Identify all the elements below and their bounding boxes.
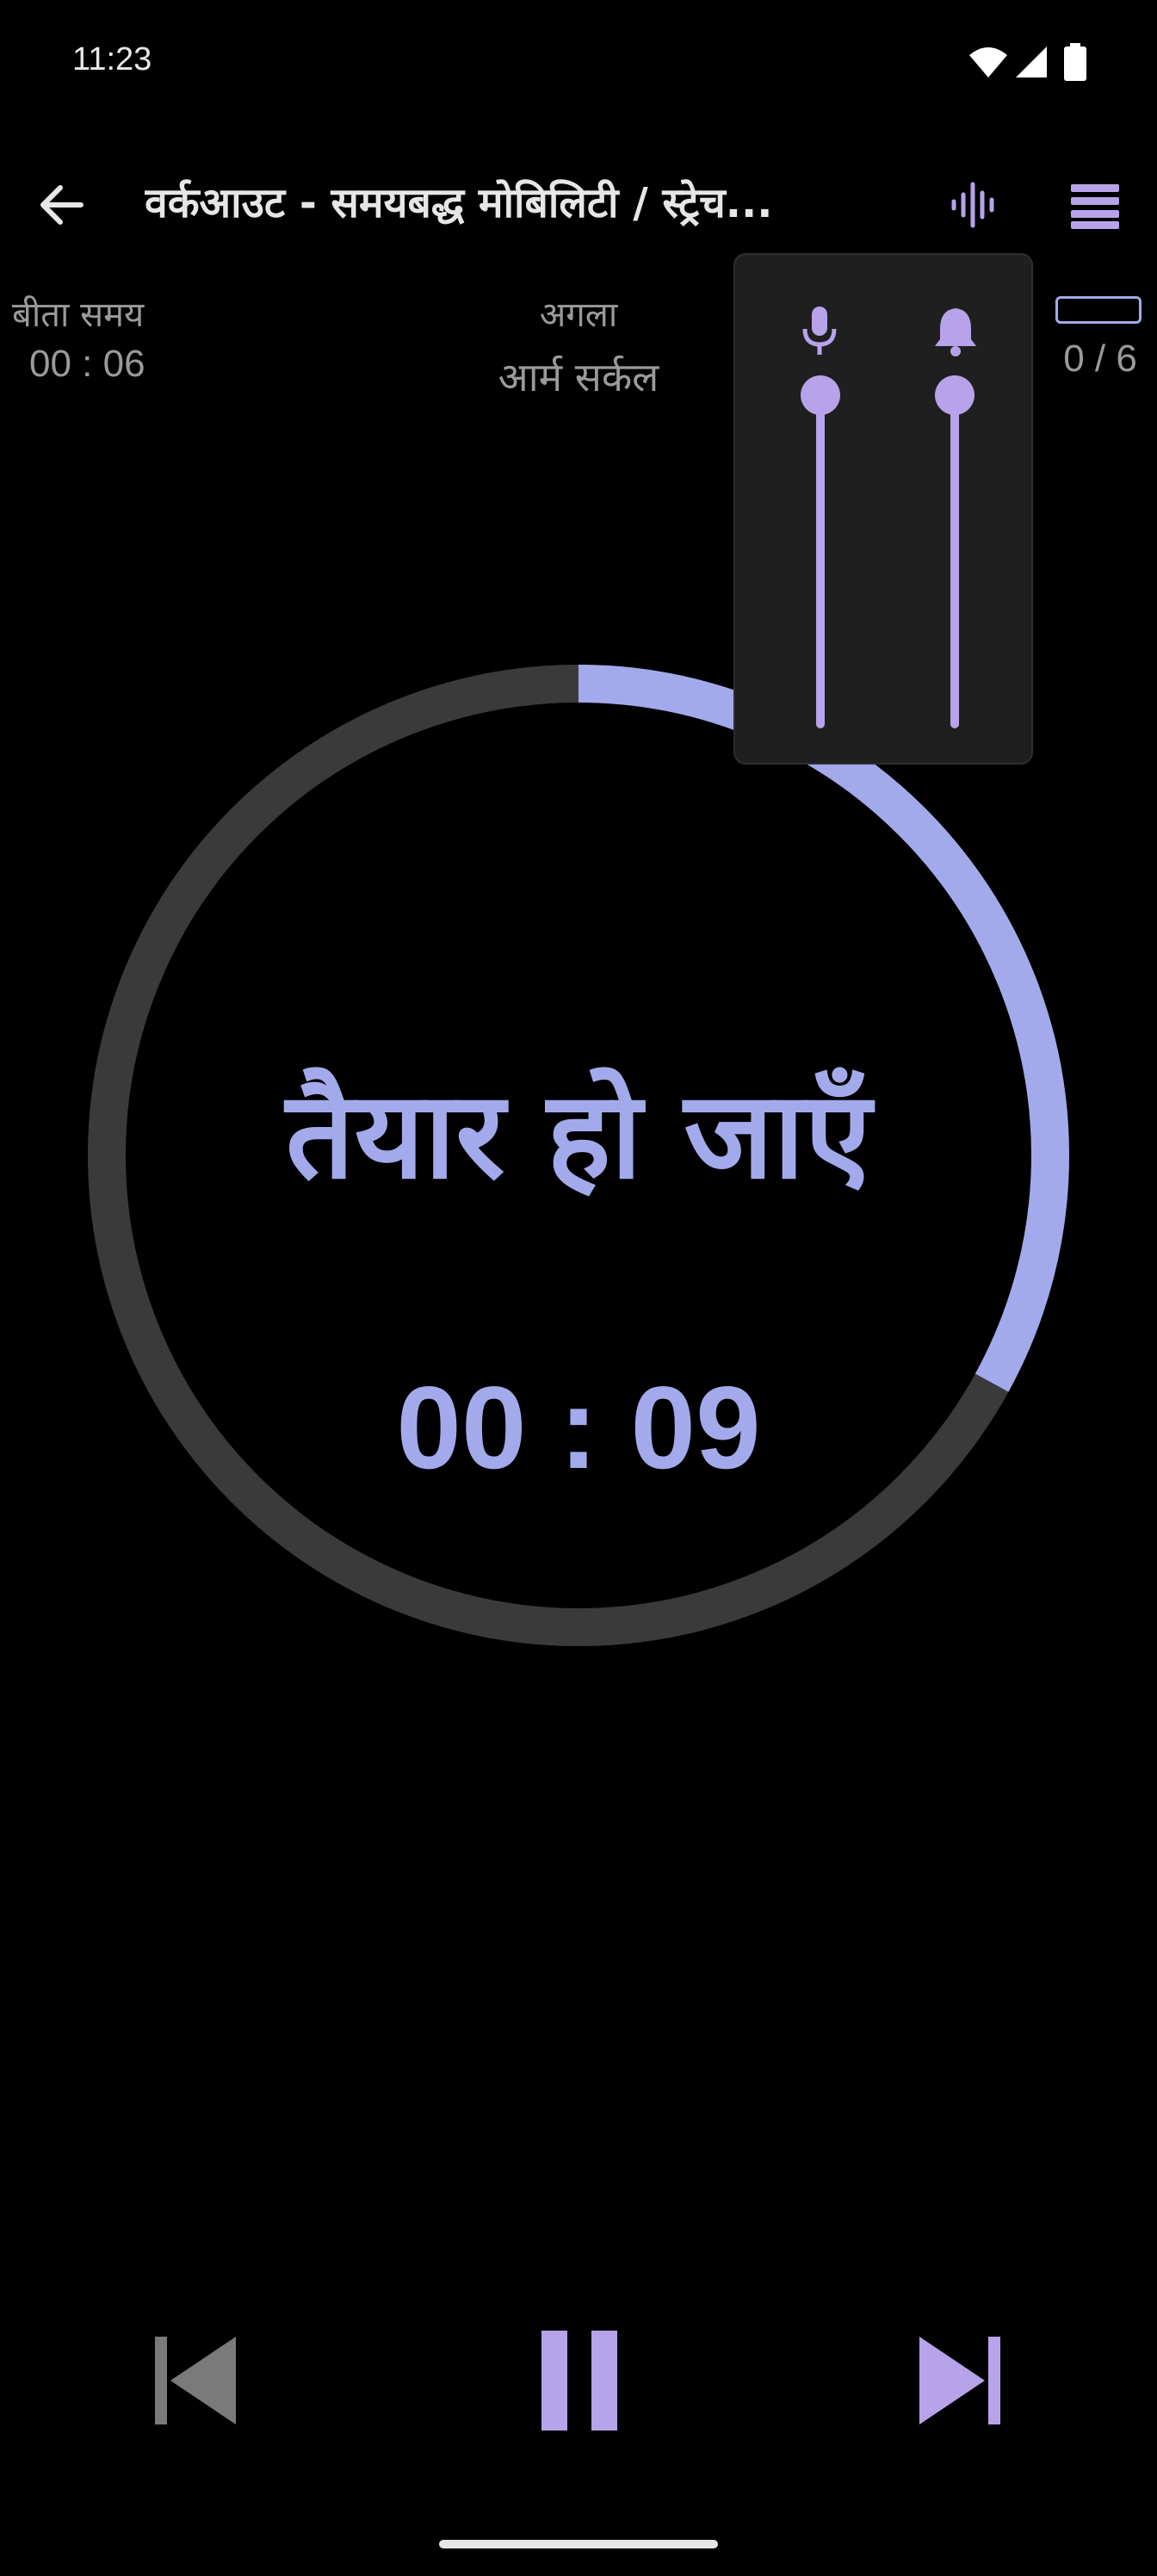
next-exercise-name: आर्म सर्कल bbox=[498, 354, 659, 400]
beep-volume-slider[interactable] bbox=[933, 375, 976, 728]
volume-popup bbox=[733, 253, 1033, 765]
beep-volume-thumb[interactable] bbox=[935, 375, 974, 415]
next-exercise-label: अगला bbox=[539, 295, 618, 335]
wifi-icon bbox=[968, 45, 1009, 79]
microphone-icon bbox=[794, 305, 845, 356]
bell-icon bbox=[930, 305, 981, 356]
elapsed-time-label: बीता समय bbox=[12, 295, 145, 335]
pause-icon bbox=[541, 2331, 617, 2430]
home-indicator[interactable] bbox=[439, 2540, 718, 2548]
beep-volume-track bbox=[950, 395, 959, 728]
phase-title: तैयार हो जाएँ bbox=[285, 1066, 872, 1206]
arrow-left-icon bbox=[40, 185, 84, 225]
cellular-signal-icon bbox=[1014, 45, 1049, 79]
pause-button[interactable] bbox=[523, 2325, 635, 2437]
exercise-count: 0 / 6 bbox=[1063, 337, 1137, 380]
menu-icon bbox=[1071, 184, 1119, 229]
next-exercise-button[interactable] bbox=[906, 2325, 1018, 2437]
battery-icon bbox=[1062, 43, 1088, 81]
voice-volume-track bbox=[816, 395, 825, 728]
voice-volume-slider[interactable] bbox=[799, 375, 842, 728]
sound-settings-button[interactable] bbox=[938, 169, 1011, 241]
elapsed-time-value: 00 : 06 bbox=[29, 343, 145, 385]
status-time: 11:23 bbox=[72, 41, 152, 77]
audio-wave-icon bbox=[951, 182, 994, 228]
exercise-progress-bar bbox=[1055, 296, 1142, 324]
voice-volume-thumb[interactable] bbox=[801, 375, 840, 415]
countdown-timer: 00 : 09 bbox=[396, 1362, 761, 1493]
page-title: वर्कआउट - समयबद्ध मोबिलिटी / स्ट्रेच... bbox=[145, 179, 773, 227]
skip-previous-icon bbox=[155, 2337, 236, 2424]
menu-button[interactable] bbox=[1059, 169, 1131, 241]
back-button[interactable] bbox=[26, 169, 98, 241]
previous-exercise-button[interactable] bbox=[138, 2325, 250, 2437]
skip-next-icon bbox=[919, 2337, 1000, 2424]
